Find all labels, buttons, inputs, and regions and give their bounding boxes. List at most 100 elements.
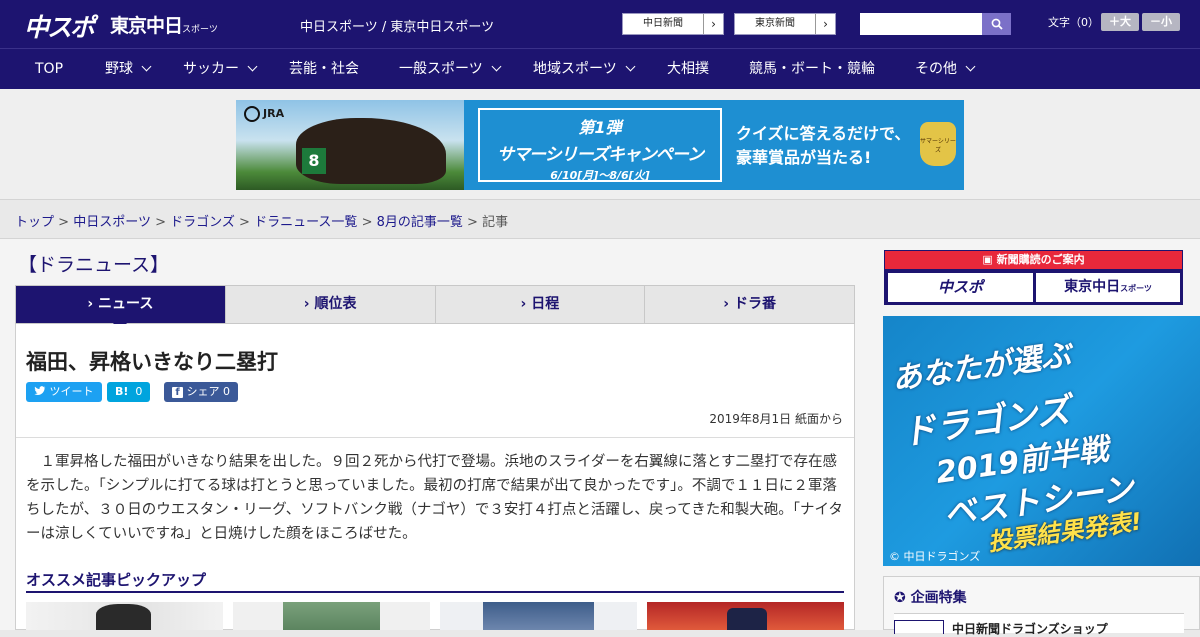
feature-box: ✪ 企画特集 中日新聞ドラゴンズショップ: [883, 576, 1200, 636]
dora-tabs: › ニュース › 順位表 › 日程 › ドラ番: [15, 285, 855, 331]
subscribe-tokyo-chunichi-sub: スポーツ: [1120, 284, 1152, 293]
pickup-underline: [26, 591, 844, 593]
tab-dora-ban[interactable]: › ドラ番: [644, 286, 854, 323]
tweet-label: ツイート: [49, 385, 94, 398]
nav-item-label: サッカー: [183, 61, 239, 77]
breadcrumb-chunichi-sports[interactable]: 中日スポーツ: [73, 215, 151, 230]
jra-banner-ad[interactable]: 8 JRA 第1弾 サマーシリーズキャンペーン 6/10[月]～8/6[火] ク…: [236, 100, 964, 190]
hatena-count: 0: [135, 385, 143, 398]
tweet-button[interactable]: ツイート: [26, 382, 102, 402]
jra-logo-text: JRA: [263, 107, 285, 120]
breadcrumb-separator: >: [361, 215, 373, 230]
horse-thumb-image: [96, 604, 151, 630]
trophy-label: サマーシリーズ: [920, 138, 956, 154]
player-thumb-image: [283, 602, 380, 630]
tab-standings[interactable]: › 順位表: [224, 286, 435, 323]
subscribe-tokyo-chunichi-link[interactable]: 東京中日スポーツ: [1036, 273, 1180, 302]
hatena-icon: B!: [115, 385, 129, 398]
chevron-down-icon: [625, 61, 636, 72]
quiz-line-2: 豪華賞品が当たる!: [736, 148, 872, 167]
jra-logo: JRA: [244, 106, 284, 122]
chunichi-shimbun-link-label: 中日新聞: [643, 18, 683, 29]
subscribe-header: ▣ 新聞購読のご案内: [885, 251, 1182, 269]
chevron-down-icon: [491, 61, 502, 72]
tab-label: ドラ番: [733, 296, 776, 312]
tab-label: 日程: [531, 296, 560, 312]
subscribe-tokyo-chunichi-label: 東京中日: [1064, 279, 1121, 295]
tokyo-chunichi-logo[interactable]: 東京中日スポーツ: [110, 11, 218, 38]
breadcrumb-separator: >: [155, 215, 166, 230]
nav-item-label: その他: [915, 61, 957, 77]
nav-item-top[interactable]: TOP: [35, 49, 63, 90]
feature-item-label: 中日新聞ドラゴンズショップ: [952, 622, 1108, 636]
tab-news[interactable]: › ニュース: [16, 286, 225, 331]
tab-label: ニュース: [98, 296, 154, 312]
chevron-right-icon: ›: [815, 14, 835, 34]
breadcrumb-separator: >: [58, 215, 70, 230]
font-smaller-button[interactable]: －小: [1142, 13, 1180, 31]
nav-item-local-sports[interactable]: 地域スポーツ: [533, 49, 636, 90]
chuspo-logo[interactable]: 中スポ: [24, 8, 95, 44]
chevron-down-icon: [965, 61, 976, 72]
nav-item-entertainment[interactable]: 芸能・社会: [289, 49, 359, 90]
facebook-icon: f: [172, 387, 183, 398]
stadium-thumb-image: [727, 608, 767, 630]
section-title: 【ドラニュース】: [18, 254, 170, 276]
campaign-dates: 6/10[月]～8/6[火]: [550, 169, 650, 182]
facebook-share-button[interactable]: f シェア 0: [164, 382, 238, 402]
breadcrumb-top[interactable]: トップ: [15, 215, 54, 230]
nav-item-sumo[interactable]: 大相撲: [667, 49, 709, 90]
nav-item-general-sports[interactable]: 一般スポーツ: [399, 49, 502, 90]
chevron-down-icon: [141, 61, 152, 72]
tokyo-chunichi-logo-sub: スポーツ: [182, 25, 218, 35]
twitter-bird-icon: [34, 386, 46, 395]
dragons-logo-icon: [894, 620, 944, 634]
breadcrumb-dragons[interactable]: ドラゴンズ: [170, 215, 235, 230]
nav-item-other[interactable]: その他: [915, 49, 976, 90]
nav-item-label: 野球: [105, 61, 133, 77]
tab-label: 順位表: [314, 296, 357, 312]
pickup-thumb[interactable]: [26, 602, 223, 630]
top-header: 中スポ 東京中日スポーツ 中日スポーツ / 東京中日スポーツ 中日新聞 › 東京…: [0, 0, 1200, 48]
tokyo-shimbun-link[interactable]: 東京新聞 ›: [734, 13, 836, 35]
horse-number: 8: [302, 148, 326, 174]
pickup-thumb[interactable]: [440, 602, 637, 630]
nav-item-racing[interactable]: 競馬・ボート・競輪: [749, 49, 875, 90]
article-body: １軍昇格した福田がいきなり結果を出した。９回２死から代打で登場。浜地のスライダー…: [26, 454, 843, 542]
breadcrumb-separator: >: [467, 215, 478, 230]
chevron-down-icon: [247, 61, 258, 72]
hatena-bookmark-button[interactable]: B! 0: [107, 382, 151, 402]
quiz-copy: クイズに答えるだけで、 豪華賞品が当たる!: [736, 122, 910, 170]
nav-item-label: 芸能・社会: [289, 61, 359, 77]
tab-schedule[interactable]: › 日程: [434, 286, 645, 323]
breadcrumb: トップ > 中日スポーツ > ドラゴンズ > ドラニュース一覧 > 8月の記事一…: [15, 211, 508, 230]
banner-area: 8 JRA 第1弾 サマーシリーズキャンペーン 6/10[月]～8/6[火] ク…: [0, 89, 1200, 200]
nav-item-baseball[interactable]: 野球: [105, 49, 152, 90]
chunichi-shimbun-link[interactable]: 中日新聞 ›: [622, 13, 724, 35]
search-button[interactable]: [982, 13, 1011, 35]
dragons-best-scene-ad[interactable]: あなたが選ぶ ドラゴンズ 2019前半戦 ベストシーン 投票結果発表! © 中日…: [883, 316, 1200, 566]
nav-item-soccer[interactable]: サッカー: [183, 49, 258, 90]
pickup-thumb[interactable]: [233, 602, 430, 630]
font-bigger-button[interactable]: ＋大: [1101, 13, 1139, 31]
search-input[interactable]: [860, 13, 982, 35]
feature-item[interactable]: 中日新聞ドラゴンズショップ: [894, 613, 1184, 636]
breadcrumb-separator: >: [239, 215, 250, 230]
subscribe-box: ▣ 新聞購読のご案内 中スポ 東京中日スポーツ: [884, 250, 1183, 305]
search-box: [860, 13, 1011, 35]
nav-item-label: 一般スポーツ: [399, 61, 483, 77]
subscribe-chuspo-link[interactable]: 中スポ: [888, 273, 1033, 302]
team-thumb-image: [483, 602, 594, 630]
pickup-title: オススメ記事ピックアップ: [26, 571, 207, 589]
breadcrumb-current: 記事: [482, 215, 509, 230]
breadcrumb-august-articles[interactable]: 8月の記事一覧: [377, 215, 463, 230]
feature-title-label: 企画特集: [910, 590, 967, 606]
campaign-box: 第1弾 サマーシリーズキャンペーン 6/10[月]～8/6[火]: [478, 108, 722, 182]
ribbon-icon: ✪: [894, 590, 911, 606]
tokyo-chunichi-logo-text: 東京中日: [110, 15, 183, 37]
pickup-thumb[interactable]: [647, 602, 844, 630]
campaign-title: サマーシリーズキャンペーン: [497, 145, 704, 165]
feature-title: ✪ 企画特集: [894, 587, 967, 607]
breadcrumb-dora-news-list[interactable]: ドラニュース一覧: [254, 215, 357, 230]
nav-item-label: 競馬・ボート・競輪: [749, 61, 875, 77]
